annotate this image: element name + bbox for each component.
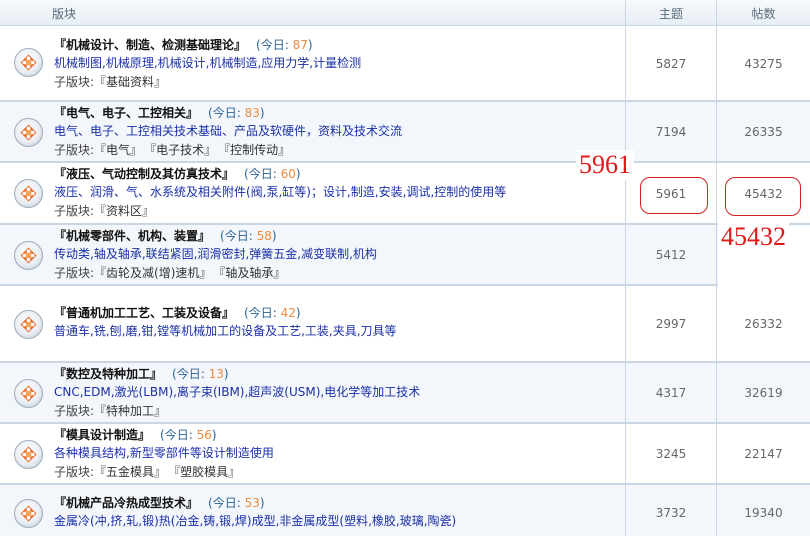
post-count: 26335 (744, 125, 783, 139)
annotation-topics-number: 5961 (576, 150, 634, 180)
board-description[interactable]: 机械制图,机械原理,机械设计,机械制造,应用力学,计量检测 (54, 54, 361, 73)
board-title[interactable]: 『机械设计、制造、检测基础理论』 (54, 38, 246, 52)
board-description[interactable]: 传动类,轴及轴承,联结紧固,润滑密封,弹簧五金,减变联制,机构 (54, 245, 377, 264)
topic-count: 2997 (655, 317, 687, 331)
today-count: (今日: 56) (160, 428, 217, 442)
today-count: (今日: 42) (244, 306, 301, 320)
board-description[interactable]: 金属冷(冲,挤,轧,锻)热(冶金,铸,锻,焊)成型,非金属成型(塑料,橡胶,玻璃… (54, 512, 456, 531)
board-title[interactable]: 『机械产品冷热成型技术』 (54, 496, 198, 510)
board-row: 『普通机加工工艺、工装及设备』 (今日: 42) 普通车,铣,刨,磨,钳,镗等机械… (0, 286, 810, 363)
topic-count: 3732 (655, 506, 687, 520)
board-status-icon[interactable] (14, 48, 43, 77)
board-title[interactable]: 『普通机加工工艺、工装及设备』 (54, 306, 234, 320)
board-title[interactable]: 『机械零部件、机构、装置』 (54, 229, 210, 243)
board-description[interactable]: CNC,EDM,激光(LBM),离子束(IBM),超声波(USM),电化学等加工… (54, 383, 420, 402)
board-status-icon[interactable] (14, 241, 43, 270)
subforum-label: 子版块: (54, 143, 95, 157)
board-row: 『模具设计制造』 (今日: 56) 各种模具结构,新型零部件等设计制造使用 子版块… (0, 424, 810, 485)
today-count: (今日: 53) (208, 496, 265, 510)
post-count: 22147 (744, 447, 783, 461)
board-status-icon[interactable] (14, 440, 43, 469)
board-description[interactable]: 电气、电子、工控相关技术基础、产品及软硬件，资料及技术交流 (54, 122, 402, 141)
topic-count: 5412 (655, 248, 687, 262)
annotation-circle-topics (640, 177, 708, 214)
board-status-icon[interactable] (14, 310, 43, 339)
board-status-icon[interactable] (14, 499, 43, 528)
subforum-label: 子版块: (54, 266, 95, 280)
subforum-link[interactable]: 『五金模具』 (94, 465, 166, 479)
subforum-link[interactable]: 『资料区』 (94, 204, 154, 218)
post-count: 32619 (744, 386, 783, 400)
board-row: 『机械产品冷热成型技术』 (今日: 53) 金属冷(冲,挤,轧,锻)热(冶金,铸,… (0, 485, 810, 536)
subforum-label: 子版块: (54, 404, 95, 418)
board-status-icon[interactable] (14, 379, 43, 408)
board-description[interactable]: 普通车,铣,刨,磨,钳,镗等机械加工的设备及工艺,工装,夹具,刀具等 (54, 322, 397, 341)
subforum-link[interactable]: 『轴及轴承』 (219, 266, 285, 280)
board-description[interactable]: 各种模具结构,新型零部件等设计制造使用 (54, 444, 274, 463)
subforum-link[interactable]: 『塑胶模具』 (174, 465, 240, 479)
board-title[interactable]: 『模具设计制造』 (54, 428, 150, 442)
subforum-link[interactable]: 『基础资料』 (94, 75, 166, 89)
board-row: 『数控及特种加工』 (今日: 13) CNC,EDM,激光(LBM),离子束(IB… (0, 363, 810, 424)
topic-count: 3245 (655, 447, 687, 461)
board-row: 『机械零部件、机构、装置』 (今日: 58) 传动类,轴及轴承,联结紧固,润滑密封… (0, 225, 810, 286)
topic-count: 4317 (655, 386, 687, 400)
annotation-posts-number: 45432 (718, 222, 789, 252)
board-row: 『机械设计、制造、检测基础理论』 (今日: 87) 机械制图,机械原理,机械设计,… (0, 26, 810, 102)
subforum-link[interactable]: 『控制传动』 (224, 143, 290, 157)
column-divider (716, 0, 717, 536)
topic-count: 5827 (655, 57, 687, 71)
today-count: (今日: 13) (172, 367, 229, 381)
post-count: 19340 (744, 506, 783, 520)
board-title[interactable]: 『数控及特种加工』 (54, 367, 162, 381)
board-row: 『电气、电子、工控相关』 (今日: 83) 电气、电子、工控相关技术基础、产品及软… (0, 102, 810, 163)
column-divider (625, 0, 626, 536)
subforum-label: 子版块: (54, 75, 95, 89)
subforum-link[interactable]: 『齿轮及减(增)速机』 (94, 266, 211, 280)
subforum-label: 子版块: (54, 204, 95, 218)
column-header-board: 版块 (52, 7, 77, 21)
today-count: (今日: 58) (220, 229, 277, 243)
post-count: 43275 (744, 57, 783, 71)
today-count: (今日: 83) (208, 106, 265, 120)
subforum-link[interactable]: 『电气』 (94, 143, 142, 157)
board-status-icon[interactable] (14, 179, 43, 208)
board-status-icon[interactable] (14, 118, 43, 147)
table-header: 版块 主题 帖数 (0, 0, 810, 26)
column-header-posts: 帖数 (751, 7, 776, 21)
post-count: 26332 (744, 317, 783, 331)
board-title[interactable]: 『液压、气动控制及其仿真技术』 (54, 167, 234, 181)
annotation-circle-posts (725, 177, 801, 216)
subforum-link[interactable]: 『特种加工』 (94, 404, 166, 418)
board-description[interactable]: 液压、润滑、气、水系统及相关附件(阀,泵,缸等)；设计,制造,安装,调试,控制的… (54, 183, 506, 202)
subforum-label: 子版块: (54, 465, 95, 479)
today-count: (今日: 87) (256, 38, 313, 52)
topic-count: 7194 (655, 125, 687, 139)
board-title[interactable]: 『电气、电子、工控相关』 (54, 106, 198, 120)
column-header-topics: 主题 (658, 7, 683, 21)
today-count: (今日: 60) (244, 167, 301, 181)
subforum-link[interactable]: 『电子技术』 (150, 143, 216, 157)
